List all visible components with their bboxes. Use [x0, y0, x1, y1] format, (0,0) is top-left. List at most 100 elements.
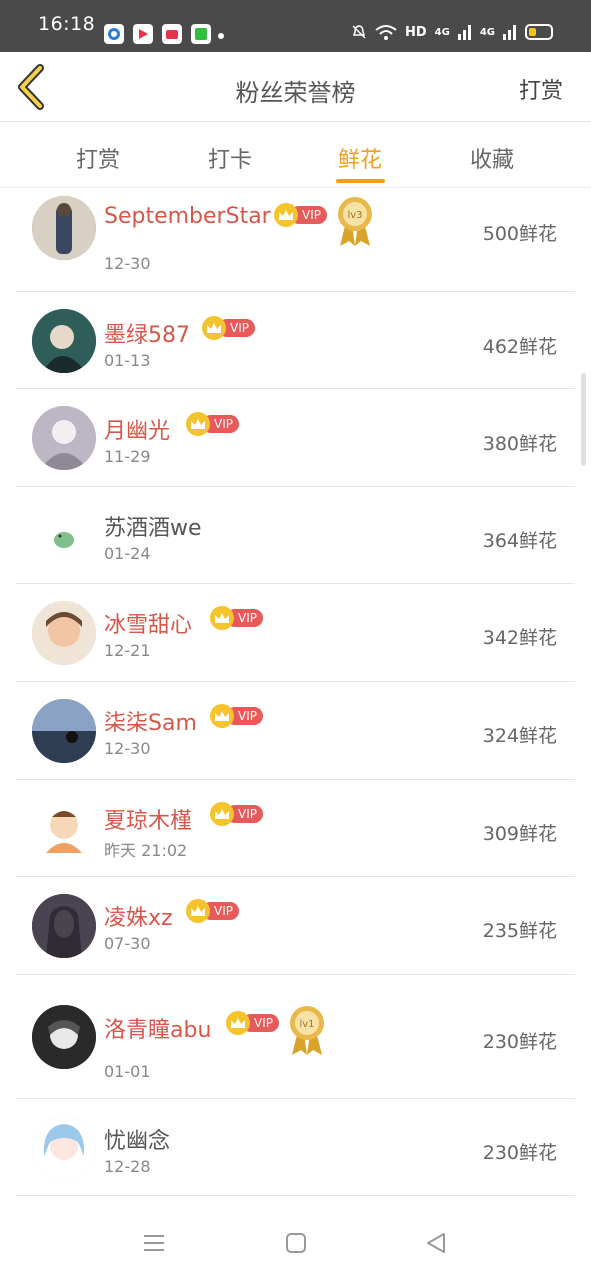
- status-app-icons: [104, 24, 211, 44]
- avatar[interactable]: [32, 1005, 96, 1069]
- avatar[interactable]: [32, 699, 96, 763]
- scrollbar[interactable]: [581, 373, 586, 466]
- user-name[interactable]: 柒柒Sam: [104, 705, 197, 737]
- vip-badge: VIP: [226, 1011, 279, 1035]
- vip-badge: VIP: [274, 203, 327, 227]
- status-time: 16:18: [38, 13, 96, 35]
- avatar[interactable]: [32, 1116, 96, 1180]
- tab-flowers[interactable]: 鲜花: [320, 142, 400, 174]
- signal-2-icon: [503, 25, 516, 40]
- tab-reward[interactable]: 打赏: [58, 142, 138, 174]
- user-name[interactable]: 凌姝xz: [104, 900, 173, 932]
- crown-icon: [186, 899, 210, 923]
- list-item[interactable]: 凌姝xz VIP 07-30 235鲜花: [16, 877, 575, 975]
- avatar[interactable]: [32, 504, 96, 568]
- user-name[interactable]: 墨绿587: [104, 317, 190, 349]
- list-item[interactable]: 冰雪甜心 VIP 12-21 342鲜花: [16, 584, 575, 682]
- svg-text:lv3: lv3: [347, 210, 362, 221]
- avatar[interactable]: [32, 309, 96, 373]
- signal-1-icon: [457, 25, 471, 40]
- tab-checkin[interactable]: 打卡: [190, 142, 270, 174]
- avatar[interactable]: [32, 196, 96, 260]
- crown-icon: [210, 606, 234, 630]
- menu-icon[interactable]: [142, 1231, 166, 1255]
- date-label: 11-29: [104, 447, 151, 466]
- user-name[interactable]: 洛青瞳abu: [104, 1012, 211, 1044]
- notification-dot: [218, 33, 224, 39]
- triangle-back-icon[interactable]: [424, 1231, 448, 1255]
- user-name[interactable]: SeptemberStar: [104, 204, 271, 229]
- signal-1-label: 4G: [434, 26, 450, 38]
- tab-bar: 打赏 打卡 鲜花 收藏: [0, 122, 591, 188]
- wifi-icon: [375, 25, 397, 40]
- vip-badge: VIP: [210, 802, 263, 826]
- user-name[interactable]: 月幽光: [104, 413, 170, 445]
- svg-text:lv1: lv1: [299, 1019, 314, 1030]
- flower-count: 230鲜花: [482, 1142, 557, 1164]
- status-indicators: HD 4G 4G: [351, 24, 553, 40]
- user-name[interactable]: 冰雪甜心: [104, 607, 192, 639]
- date-label: 12-21: [104, 641, 151, 660]
- battery-icon: [525, 24, 553, 40]
- vip-badge: VIP: [202, 316, 255, 340]
- flower-count: 309鲜花: [482, 823, 557, 845]
- list-item[interactable]: 夏琼木槿 VIP 昨天 21:02 309鲜花: [16, 780, 575, 877]
- mute-bell-icon: [352, 25, 366, 39]
- flower-count: 235鲜花: [482, 920, 557, 942]
- crown-icon: [186, 412, 210, 436]
- system-nav-bar: [0, 1205, 591, 1280]
- signal-2-label: 4G: [479, 26, 495, 38]
- list-item[interactable]: 月幽光 VIP 11-29 380鲜花: [16, 389, 575, 487]
- flower-count: 230鲜花: [482, 1031, 557, 1053]
- reward-button[interactable]: 打赏: [519, 73, 563, 105]
- crown-icon: [210, 802, 234, 826]
- video-app-icon: [133, 24, 153, 44]
- date-label: 昨天 21:02: [104, 841, 188, 860]
- date-label: 01-13: [104, 351, 151, 370]
- date-label: 12-30: [104, 739, 151, 758]
- list-item[interactable]: 苏酒酒we 01-24 364鲜花: [16, 487, 575, 584]
- page-title: 粉丝荣誉榜: [235, 79, 356, 107]
- crown-icon: [226, 1011, 250, 1035]
- flower-count: 500鲜花: [482, 223, 557, 245]
- flower-count: 324鲜花: [482, 725, 557, 747]
- flower-count: 462鲜花: [482, 336, 557, 358]
- list-item[interactable]: 忧幽念 12-28 230鲜花: [16, 1099, 575, 1196]
- tab-favorites[interactable]: 收藏: [452, 142, 532, 174]
- user-name[interactable]: 苏酒酒we: [104, 510, 202, 542]
- list-item[interactable]: 柒柒Sam VIP 12-30 324鲜花: [16, 682, 575, 780]
- crown-icon: [274, 203, 298, 227]
- home-square-icon[interactable]: [284, 1231, 308, 1255]
- medal-icon: lv3: [336, 196, 374, 248]
- list-item[interactable]: 洛青瞳abu VIP lv1 01-01 230鲜花: [16, 975, 575, 1099]
- date-label: 12-28: [104, 1157, 151, 1176]
- list-item[interactable]: 墨绿587 VIP 01-13 462鲜花: [16, 292, 575, 389]
- shop-app-icon: [162, 24, 182, 44]
- avatar[interactable]: [32, 894, 96, 958]
- crown-icon: [202, 316, 226, 340]
- list-item[interactable]: SeptemberStar VIP lv3 12-30 500鲜花: [16, 188, 575, 292]
- status-bar: 16:18 HD 4G 4G: [0, 0, 591, 52]
- iqiyi-app-icon: [191, 24, 211, 44]
- vip-badge: VIP: [210, 606, 263, 630]
- medal-icon: lv1: [288, 1005, 326, 1057]
- flower-count: 364鲜花: [482, 530, 557, 552]
- avatar[interactable]: [32, 797, 96, 861]
- date-label: 01-24: [104, 544, 151, 563]
- flower-count: 380鲜花: [482, 433, 557, 455]
- app-notification-icon: [104, 24, 124, 44]
- active-tab-indicator: [336, 179, 385, 183]
- user-name[interactable]: 忧幽念: [104, 1123, 170, 1155]
- date-label: 12-30: [104, 254, 151, 273]
- vip-badge: VIP: [186, 412, 239, 436]
- user-name[interactable]: 夏琼木槿: [104, 803, 192, 835]
- vip-badge: VIP: [186, 899, 239, 923]
- crown-icon: [210, 704, 234, 728]
- vip-badge: VIP: [210, 704, 263, 728]
- date-label: 07-30: [104, 934, 151, 953]
- avatar[interactable]: [32, 406, 96, 470]
- date-label: 01-01: [104, 1062, 151, 1081]
- avatar[interactable]: [32, 601, 96, 665]
- flower-count: 342鲜花: [482, 627, 557, 649]
- fan-ranking-list: SeptemberStar VIP lv3 12-30 500鲜花 墨绿587 …: [16, 188, 575, 1196]
